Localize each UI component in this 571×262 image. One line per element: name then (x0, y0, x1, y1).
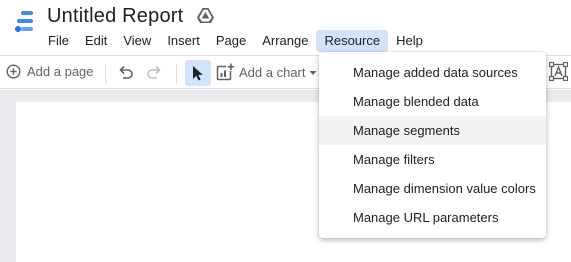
add-chart-icon (216, 63, 235, 81)
add-page-button[interactable]: Add a page (6, 64, 94, 79)
menu-edit[interactable]: Edit (77, 30, 115, 52)
menu-arrange[interactable]: Arrange (254, 30, 316, 52)
report-title[interactable]: Untitled Report (47, 5, 183, 28)
text-box-icon (549, 62, 568, 81)
menu-insert[interactable]: Insert (159, 30, 208, 52)
resource-menu-dropdown: Manage added data sources Manage blended… (319, 52, 546, 238)
add-circle-icon (6, 64, 21, 79)
toolbar-divider (105, 64, 106, 84)
menu-item-manage-filters[interactable]: Manage filters (319, 145, 546, 174)
select-tool-button[interactable] (185, 60, 211, 86)
menu-resource[interactable]: Resource (316, 30, 389, 52)
menu-item-manage-url-parameters[interactable]: Manage URL parameters (319, 203, 546, 232)
menu-file[interactable]: File (40, 30, 77, 52)
text-box-button[interactable] (549, 62, 568, 81)
add-chart-button[interactable]: Add a chart (216, 63, 318, 82)
add-chart-label: Add a chart (239, 65, 306, 80)
add-page-label: Add a page (27, 64, 94, 79)
undo-icon (119, 65, 133, 79)
drive-icon[interactable] (197, 8, 214, 23)
menu-item-manage-segments[interactable]: Manage segments (319, 116, 546, 145)
menu-page[interactable]: Page (208, 30, 254, 52)
menu-help[interactable]: Help (388, 30, 431, 52)
toolbar-divider (176, 64, 177, 84)
menu-bar: File Edit View Insert Page Arrange Resou… (40, 30, 431, 52)
menu-view[interactable]: View (115, 30, 159, 52)
redo-icon (147, 65, 161, 79)
menu-item-manage-dimension-colors[interactable]: Manage dimension value colors (319, 174, 546, 203)
redo-button[interactable] (146, 64, 163, 80)
undo-button[interactable] (117, 64, 134, 80)
report-editor: Untitled Report File Edit View Insert Pa… (0, 0, 571, 262)
menu-item-manage-blended-data[interactable]: Manage blended data (319, 87, 546, 116)
caret-down-icon (309, 70, 316, 75)
data-studio-logo-icon[interactable] (12, 8, 38, 34)
cursor-arrow-icon (193, 66, 203, 81)
menu-item-manage-data-sources[interactable]: Manage added data sources (319, 58, 546, 87)
